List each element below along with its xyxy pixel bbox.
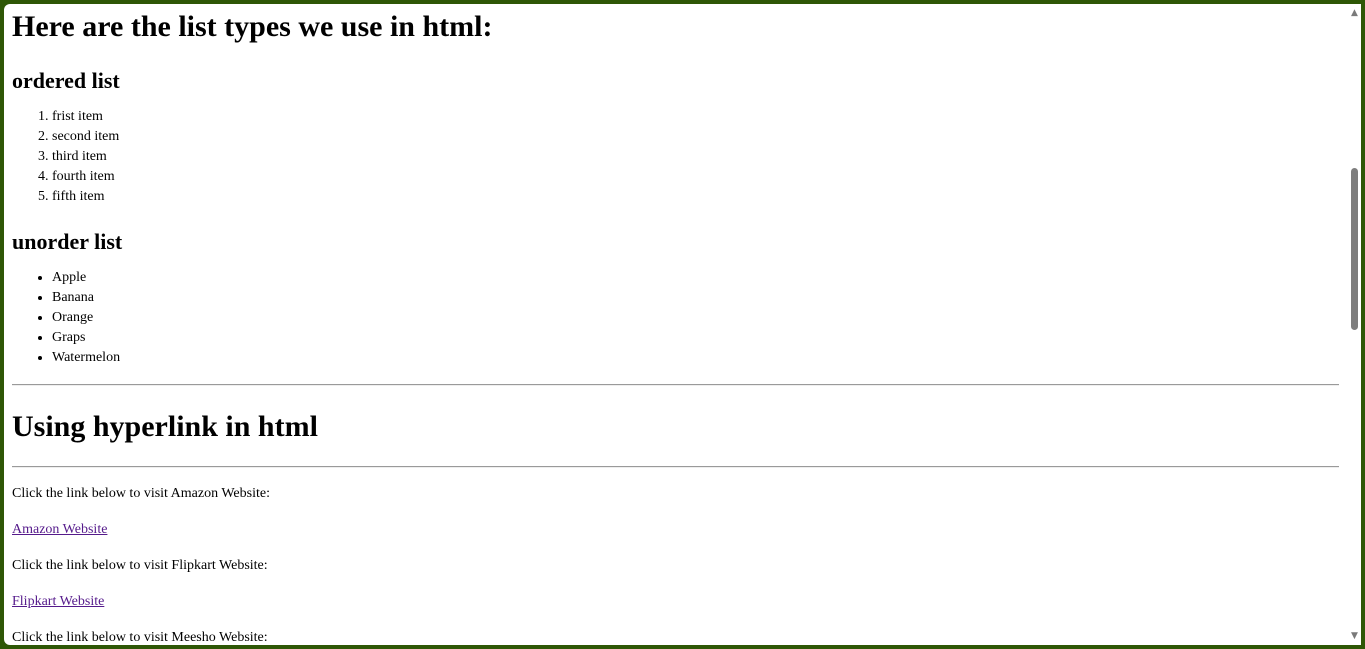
ordered-list-heading: ordered list bbox=[12, 68, 120, 93]
triangle-down-icon[interactable]: ▼ bbox=[1348, 629, 1361, 643]
list-item: Watermelon bbox=[52, 348, 1339, 368]
meesho-instruction: Click the link below to visit Meesho Web… bbox=[12, 630, 268, 645]
flipkart-instruction: Click the link below to visit Flipkart W… bbox=[12, 558, 268, 573]
scroll-thumb[interactable] bbox=[1351, 168, 1358, 330]
list-item: fourth item bbox=[52, 167, 1339, 187]
divider bbox=[12, 466, 1339, 468]
list-item: frist item bbox=[52, 107, 1339, 127]
lists-heading: Here are the list types we use in html: bbox=[12, 10, 493, 43]
triangle-up-icon[interactable]: ▲ bbox=[1348, 6, 1361, 20]
ordered-list: frist item second item third item fourth… bbox=[12, 107, 1339, 207]
amazon-instruction: Click the link below to visit Amazon Web… bbox=[12, 486, 270, 501]
list-item: Orange bbox=[52, 308, 1339, 328]
vertical-scrollbar[interactable]: ▲ ▼ bbox=[1348, 4, 1361, 645]
amazon-link[interactable]: Amazon Website bbox=[12, 522, 107, 537]
list-item: second item bbox=[52, 127, 1339, 147]
list-item: third item bbox=[52, 147, 1339, 167]
unordered-list-heading: unorder list bbox=[12, 229, 123, 254]
hyperlink-heading: Using hyperlink in html bbox=[12, 410, 318, 443]
list-item: Apple bbox=[52, 268, 1339, 288]
list-item: Banana bbox=[52, 288, 1339, 308]
page-content: Here are the list types we use in html: … bbox=[12, 4, 1339, 645]
list-item: Graps bbox=[52, 328, 1339, 348]
divider bbox=[12, 384, 1339, 386]
unordered-list: Apple Banana Orange Graps Watermelon bbox=[12, 268, 1339, 368]
page-viewport: Here are the list types we use in html: … bbox=[4, 4, 1348, 645]
flipkart-link[interactable]: Flipkart Website bbox=[12, 594, 104, 609]
list-item: fifth item bbox=[52, 187, 1339, 207]
